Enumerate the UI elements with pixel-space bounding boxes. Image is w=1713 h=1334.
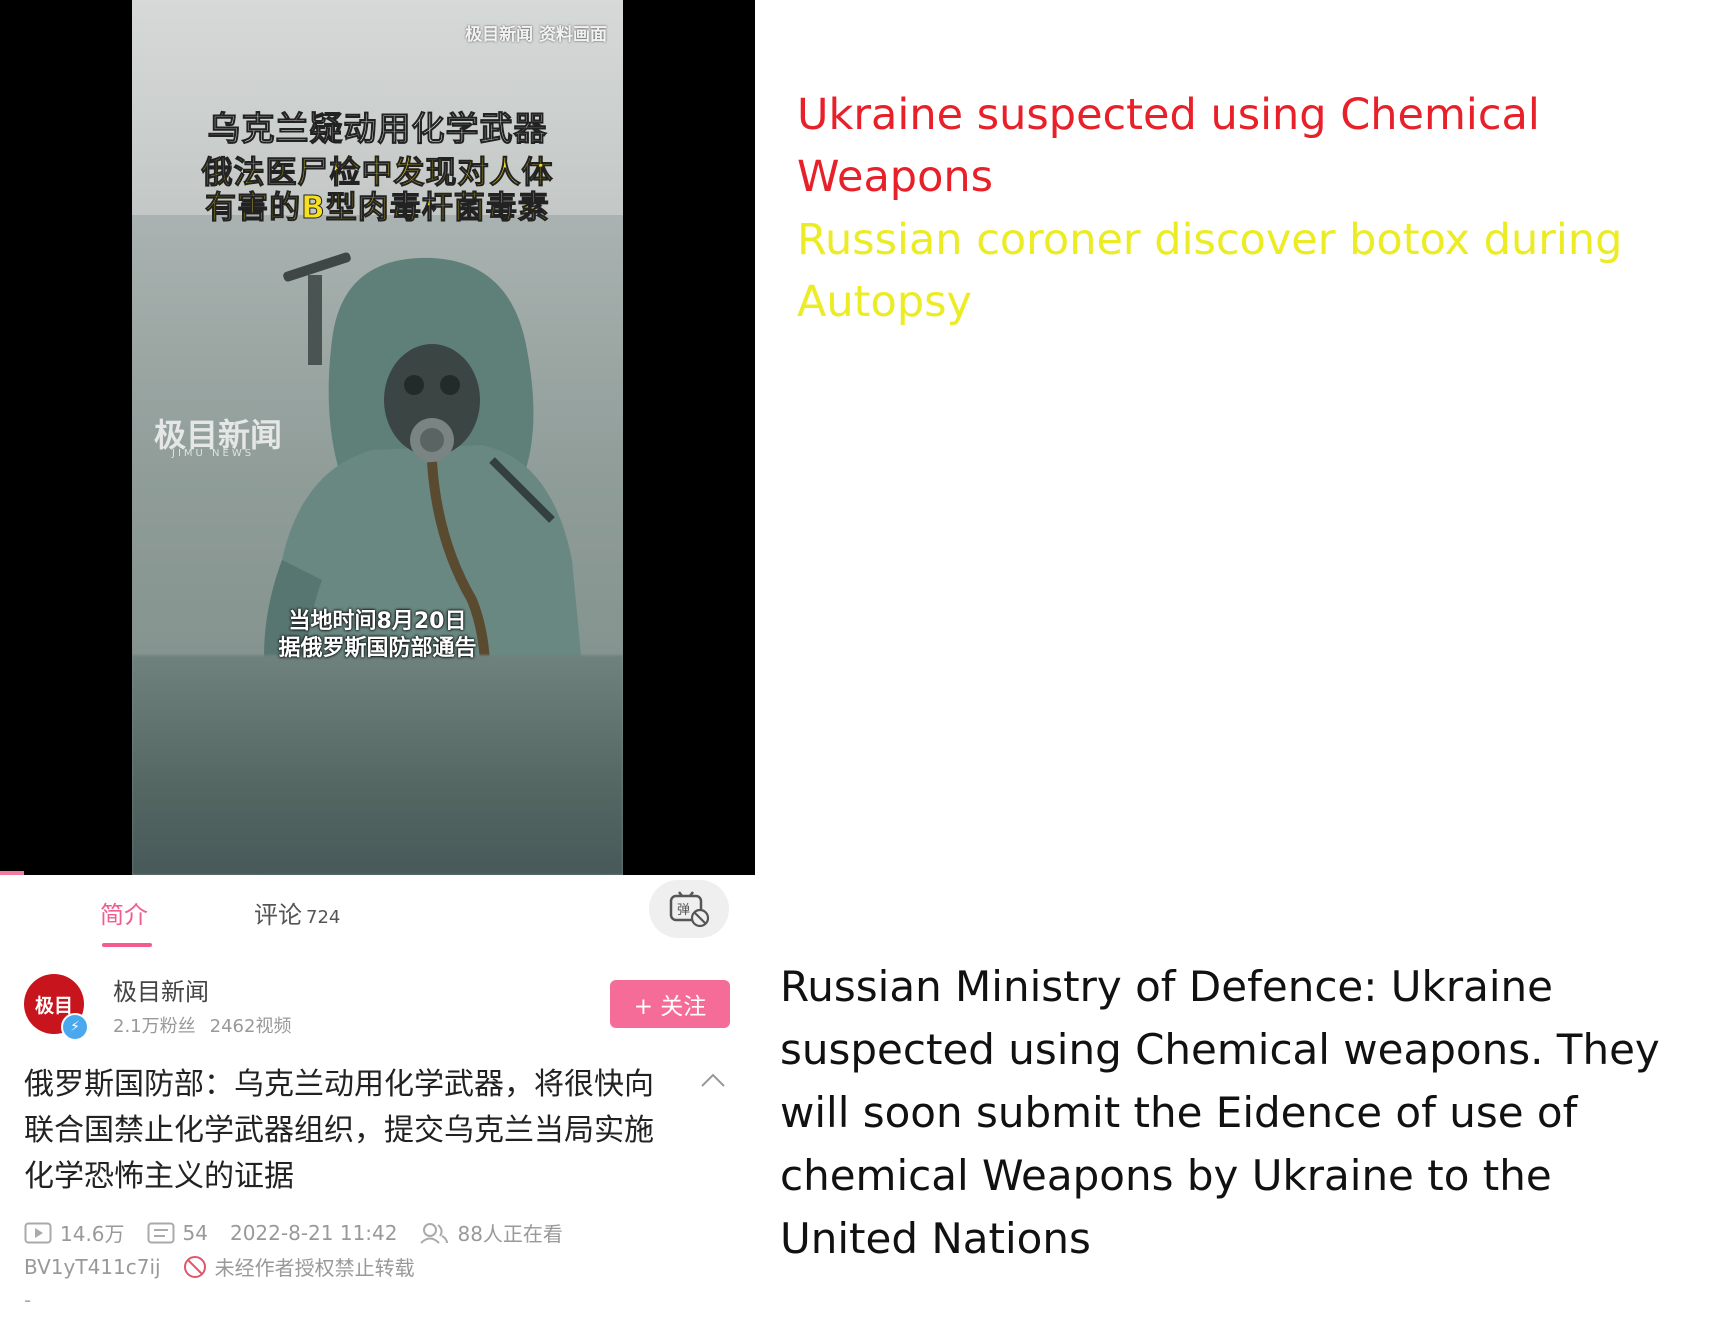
source-watermark: 极目新闻 资料画面 [465, 25, 607, 45]
view-count: 14.6万 [60, 1222, 125, 1246]
uploader-name[interactable]: 极目新闻 [113, 972, 209, 1007]
follower-count: 2.1万粉丝 [113, 1016, 196, 1037]
watching-count: 88人正在看 [457, 1222, 563, 1246]
video-player[interactable]: 极目新闻 资料画面 乌克兰疑动用化学武器 俄法医尸检中发现对人体 有害的B型肉毒… [0, 0, 755, 875]
tab-intro[interactable]: 简介 [100, 895, 148, 930]
video-title: 俄罗斯国防部：乌克兰动用化学武器，将很快向联合国禁止化学武器组织，提交乌克兰当局… [24, 1067, 654, 1194]
chevron-up-icon[interactable] [700, 1072, 726, 1088]
caption-red-translation: Ukraine suspected using Chemical Weapons [797, 90, 1540, 202]
headline-line-3: 有害的B型肉毒杆菌毒素 [205, 190, 550, 227]
tab-comments-count: 724 [306, 907, 341, 928]
tab-comments[interactable]: 评论 724 [254, 895, 340, 930]
video-meta-row-2: BV1yT411c7ij 未经作者授权禁止转载 [24, 1252, 415, 1281]
video-info-panel: 极目 ⚡ 极目新闻 2.1万粉丝 2462视频 + 关注 俄罗斯国防部：乌克兰动用… [0, 950, 755, 1334]
danmaku-toggle-button[interactable]: 弹 [649, 880, 729, 938]
avatar-text: 极目 [34, 994, 73, 1017]
copyright-notice: 未经作者授权禁止转载 [214, 1256, 415, 1280]
tab-comments-label: 评论 [254, 901, 302, 929]
svg-text:弹: 弹 [677, 903, 690, 918]
bvid: BV1yT411c7ij [24, 1254, 161, 1279]
headline-line-1: 乌克兰疑动用化学武器 [207, 109, 548, 149]
danmaku-count: 54 [182, 1220, 208, 1245]
video-frame-image: 极目新闻 资料画面 乌克兰疑动用化学武器 俄法医尸检中发现对人体 有害的B型肉毒… [132, 0, 623, 875]
danmaku-count-icon [147, 1222, 175, 1243]
jimu-news-logo-sub: JIMU NEWS [172, 448, 255, 459]
no-repost-icon [183, 1255, 206, 1278]
publish-time: 2022-8-21 11:42 [229, 1220, 398, 1245]
blurred-lower-band [132, 655, 623, 875]
subtitle-line-2: 据俄罗斯国防部通告 [278, 636, 477, 661]
verified-badge-icon: ⚡ [61, 1013, 89, 1041]
tab-active-underline [102, 943, 152, 947]
viewers-icon [420, 1222, 449, 1244]
danmaku-off-icon: 弹 [669, 891, 710, 928]
video-count: 2462视频 [209, 1016, 292, 1037]
follow-button[interactable]: + 关注 [610, 980, 730, 1028]
tab-bar: 简介 评论 724 弹 [0, 875, 755, 951]
caption-yellow-translation: Russian coroner discover botox during Au… [797, 215, 1623, 327]
uploader-stats: 2.1万粉丝 2462视频 [113, 1012, 291, 1038]
play-count-icon [24, 1222, 52, 1243]
divider-dash: - [24, 1288, 32, 1312]
video-meta-row: 14.6万 54 2022-8-21 11:42 88人正在看 [24, 1218, 563, 1247]
caption-black-translation: Russian Ministry of Defence: Ukraine sus… [780, 962, 1660, 1263]
